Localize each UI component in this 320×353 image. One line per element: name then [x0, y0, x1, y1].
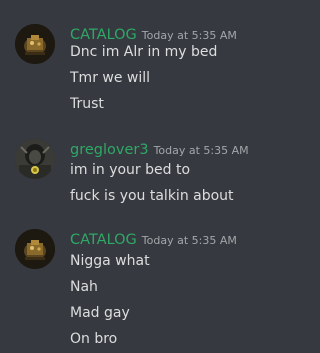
username[interactable]: greglover3: [70, 142, 149, 158]
username[interactable]: CATALOG: [70, 232, 137, 248]
message-text: fuck is you talkin about: [70, 188, 234, 204]
message-text: Dnc im Alr in my bed: [70, 44, 218, 60]
message-text: Tmr we will: [70, 70, 151, 86]
timestamp: Today at 5:35 AM: [141, 29, 237, 42]
message-text: im in your bed to: [70, 162, 191, 178]
chat-messages: CATALOG Today at 5:35 AM Dnc im Alr in my…: [0, 0, 288, 353]
username[interactable]: CATALOG: [70, 27, 137, 43]
timestamp: Today at 5:35 AM: [153, 144, 249, 157]
message-header: CATALOG Today at 5:35 AM: [70, 229, 237, 251]
message-header: greglover3 Today at 5:35 AM: [70, 139, 249, 161]
message-text: Nigga what: [70, 253, 150, 269]
message-text: Mad gay: [70, 305, 130, 321]
message-text: Nah: [70, 279, 98, 295]
avatar[interactable]: [15, 24, 55, 64]
message-text: Trust: [70, 96, 104, 112]
avatar[interactable]: [15, 229, 55, 269]
avatar[interactable]: [15, 139, 55, 179]
message-text: On bro: [70, 331, 118, 347]
timestamp: Today at 5:35 AM: [141, 234, 237, 247]
